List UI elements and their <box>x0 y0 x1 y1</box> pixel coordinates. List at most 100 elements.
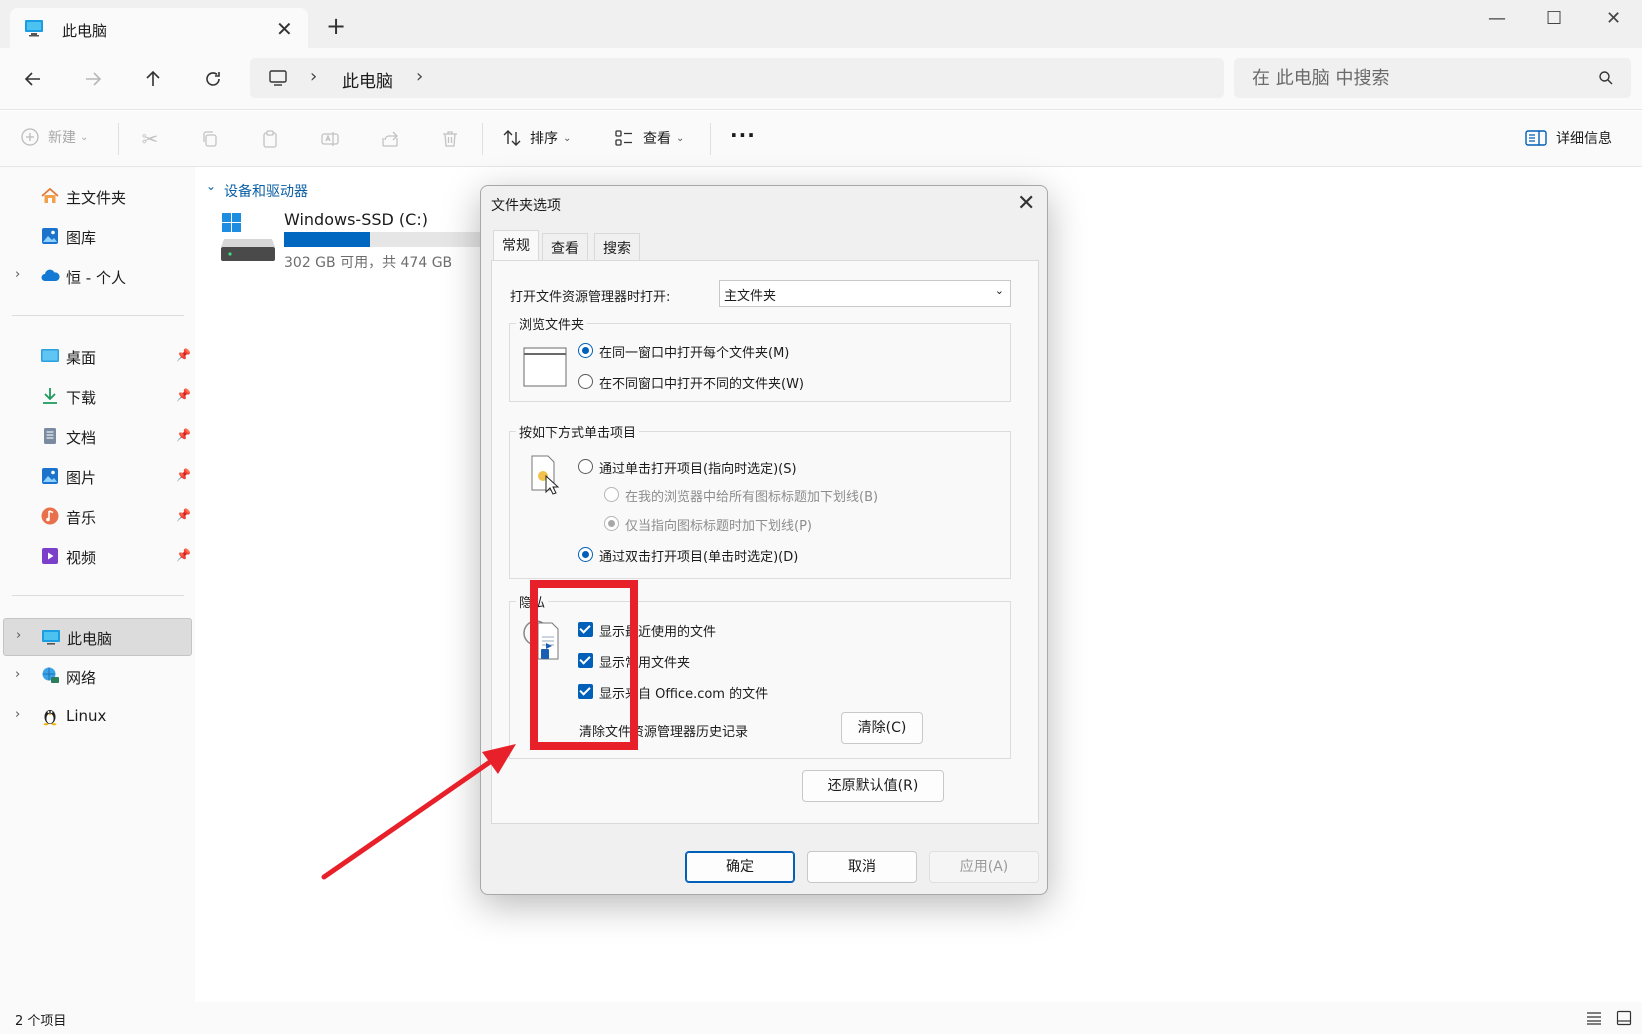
tab-this-pc[interactable]: 此电脑 ✕ <box>10 8 308 48</box>
tab-general[interactable]: 常规 <box>493 230 539 261</box>
clear-history-button[interactable]: 清除(C) <box>841 712 923 744</box>
sidebar-item-network[interactable]: › 网络 <box>0 658 195 694</box>
search-box[interactable] <box>1234 58 1631 98</box>
maximize-button[interactable]: ☐ <box>1546 8 1562 29</box>
pin-icon: 📌 <box>176 348 191 362</box>
address-bar[interactable]: › 此电脑 › <box>250 58 1224 98</box>
window-icon <box>523 347 567 387</box>
ok-button[interactable]: 确定 <box>685 851 795 883</box>
show-office-files-checkbox[interactable] <box>578 684 593 699</box>
arrow-left-icon <box>24 72 40 86</box>
sidebar-item-onedrive[interactable]: › 恒 - 个人 <box>0 258 195 294</box>
refresh-icon <box>206 72 220 86</box>
chevron-right-icon[interactable]: › <box>15 667 20 682</box>
sidebar-item-label: 此电脑 <box>67 630 113 648</box>
single-click-radio[interactable] <box>578 459 593 474</box>
sidebar-item-downloads[interactable]: 下载 📌 <box>0 378 195 414</box>
view-button[interactable]: 查看 ⌄ <box>614 128 684 148</box>
forward-button[interactable] <box>76 62 110 96</box>
chevron-right-icon[interactable]: › <box>16 628 21 643</box>
clear-history-label: 清除文件资源管理器历史记录 <box>579 725 749 740</box>
apply-button[interactable]: 应用(A) <box>929 851 1039 883</box>
sidebar-item-desktop[interactable]: 桌面 📌 <box>0 338 195 374</box>
double-click-label[interactable]: 通过双击打开项目(单击时选定)(D) <box>599 546 798 565</box>
item-count: 2 个项目 <box>15 1014 67 1029</box>
breadcrumb-this-pc[interactable]: 此电脑 <box>342 67 393 92</box>
copy-button[interactable] <box>196 125 224 153</box>
cancel-button[interactable]: 取消 <box>807 851 917 883</box>
privacy-document-icon <box>523 620 559 660</box>
back-button[interactable] <box>16 62 50 96</box>
sidebar-divider <box>12 595 184 596</box>
plus-circle-icon <box>21 128 39 146</box>
sidebar-item-music[interactable]: 音乐 📌 <box>0 498 195 534</box>
details-view-icon[interactable] <box>1586 1011 1602 1025</box>
drive-name: Windows-SSD (C:) <box>284 210 428 229</box>
details-pane-button[interactable]: 详细信息 <box>1525 128 1612 148</box>
single-click-label[interactable]: 通过单击打开项目(指向时选定)(S) <box>599 458 797 477</box>
browse-same-window-radio[interactable] <box>578 343 593 358</box>
cut-button[interactable]: ✂ <box>136 125 164 153</box>
sidebar-item-videos[interactable]: 视频 📌 <box>0 538 195 574</box>
chevron-down-icon: ⌄ <box>676 132 685 144</box>
details-label: 详细信息 <box>1556 131 1612 147</box>
new-button[interactable]: 新建 ⌄ <box>20 127 88 147</box>
scissors-icon: ✂ <box>141 127 159 151</box>
up-button[interactable] <box>136 62 170 96</box>
dialog-title: 文件夹选项 <box>491 198 561 214</box>
sidebar-item-home[interactable]: 主文件夹 <box>0 178 195 214</box>
open-explorer-select[interactable]: 主文件夹 ⌄ <box>719 280 1011 307</box>
dialog-close-button[interactable]: ✕ <box>1017 191 1035 216</box>
navigation-pane: 主文件夹 图库 › 恒 - 个人 桌面 📌 下载 📌 文档 📌 图片 📌 音乐 … <box>0 167 195 1002</box>
show-office-files-label[interactable]: 显示来自 Office.com 的文件 <box>599 683 768 702</box>
underline-all-radio[interactable] <box>604 487 619 502</box>
tab-close-button[interactable]: ✕ <box>276 17 293 41</box>
network-icon <box>42 667 59 683</box>
search-input[interactable] <box>1234 58 1631 98</box>
sort-label: 排序 <box>530 131 558 147</box>
sidebar-item-pictures[interactable]: 图片 📌 <box>0 458 195 494</box>
collapse-chevron-icon[interactable]: ⌄ <box>206 179 216 193</box>
underline-point-label[interactable]: 仅当指向图标标题时加下划线(P) <box>625 515 812 534</box>
chevron-right-icon[interactable]: › <box>15 707 20 722</box>
clipboard-icon <box>263 130 277 148</box>
tiles-view-icon[interactable] <box>1616 1010 1632 1026</box>
status-bar: 2 个项目 <box>0 1002 1642 1034</box>
double-click-radio[interactable] <box>578 547 593 562</box>
show-recent-files-checkbox[interactable] <box>578 622 593 637</box>
pin-icon: 📌 <box>176 428 191 442</box>
browse-new-window-radio[interactable] <box>578 374 593 389</box>
close-window-button[interactable]: ✕ <box>1606 8 1621 29</box>
underline-point-radio[interactable] <box>604 516 619 531</box>
share-button[interactable] <box>376 125 404 153</box>
paste-button[interactable] <box>256 125 284 153</box>
sidebar-item-documents[interactable]: 文档 📌 <box>0 418 195 454</box>
new-tab-button[interactable]: + <box>326 14 346 38</box>
tab-search[interactable]: 搜索 <box>594 233 640 260</box>
browse-same-window-label[interactable]: 在同一窗口中打开每个文件夹(M) <box>599 342 789 361</box>
browse-new-window-label[interactable]: 在不同窗口中打开不同的文件夹(W) <box>599 373 804 392</box>
underline-all-label[interactable]: 在我的浏览器中给所有图标标题加下划线(B) <box>625 486 878 505</box>
chevron-right-icon[interactable]: › <box>15 267 20 282</box>
restore-defaults-button[interactable]: 还原默认值(R) <box>802 770 944 802</box>
show-frequent-folders-label[interactable]: 显示常用文件夹 <box>599 652 690 671</box>
show-frequent-folders-checkbox[interactable] <box>578 653 593 668</box>
sidebar-item-linux[interactable]: › Linux <box>0 698 195 734</box>
sidebar-item-label: 恒 - 个人 <box>66 269 126 287</box>
sidebar-item-this-pc[interactable]: › 此电脑 <box>3 618 192 656</box>
picture-icon <box>42 468 58 484</box>
show-recent-files-label[interactable]: 显示最近使用的文件 <box>599 621 716 640</box>
tab-view[interactable]: 查看 <box>542 233 588 260</box>
rename-button[interactable] <box>316 125 344 153</box>
refresh-button[interactable] <box>196 62 230 96</box>
delete-button[interactable] <box>436 125 464 153</box>
sidebar-item-label: Linux <box>66 707 107 725</box>
breadcrumb-separator[interactable]: › <box>310 66 317 87</box>
group-header[interactable]: 设备和驱动器 <box>224 181 308 201</box>
more-options-button[interactable]: ··· <box>730 123 756 147</box>
minimize-button[interactable]: — <box>1488 8 1506 29</box>
sort-button[interactable]: 排序 ⌄ <box>502 128 571 148</box>
sidebar-item-gallery[interactable]: 图库 <box>0 218 195 254</box>
breadcrumb-chevron[interactable]: › <box>416 66 423 87</box>
trash-icon <box>443 131 457 147</box>
